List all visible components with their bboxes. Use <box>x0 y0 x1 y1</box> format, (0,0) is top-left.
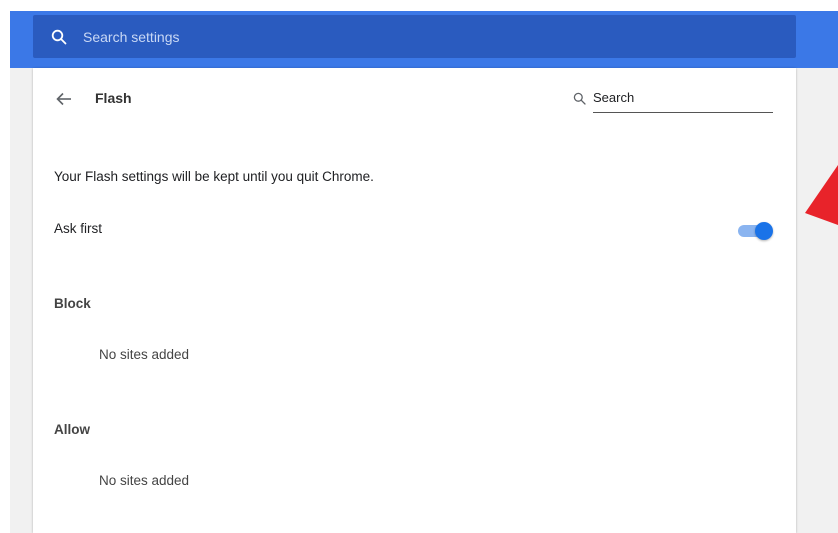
back-arrow-icon[interactable] <box>54 91 74 107</box>
toggle-knob <box>755 222 773 240</box>
block-empty-text: No sites added <box>99 347 190 362</box>
ask-first-label: Ask first <box>54 221 103 236</box>
search-icon <box>50 28 68 46</box>
flash-search-field[interactable]: Search <box>573 90 773 113</box>
ask-first-toggle[interactable] <box>736 221 774 240</box>
red-arrow-annotation-icon <box>805 165 838 225</box>
flash-search-label[interactable]: Search <box>593 90 634 105</box>
flash-session-notice: Your Flash settings will be kept until y… <box>54 169 374 184</box>
page-title: Flash <box>95 90 132 106</box>
search-settings-placeholder[interactable]: Search settings <box>83 29 180 45</box>
flash-settings-card: Flash Search Your Flash settings will be… <box>33 68 796 533</box>
allow-empty-text: No sites added <box>99 473 190 488</box>
allow-section-heading: Allow <box>54 422 90 437</box>
search-underline <box>593 112 773 113</box>
settings-search-bar[interactable]: Search settings <box>33 15 796 58</box>
block-section-heading: Block <box>54 296 91 311</box>
search-icon <box>573 92 587 106</box>
